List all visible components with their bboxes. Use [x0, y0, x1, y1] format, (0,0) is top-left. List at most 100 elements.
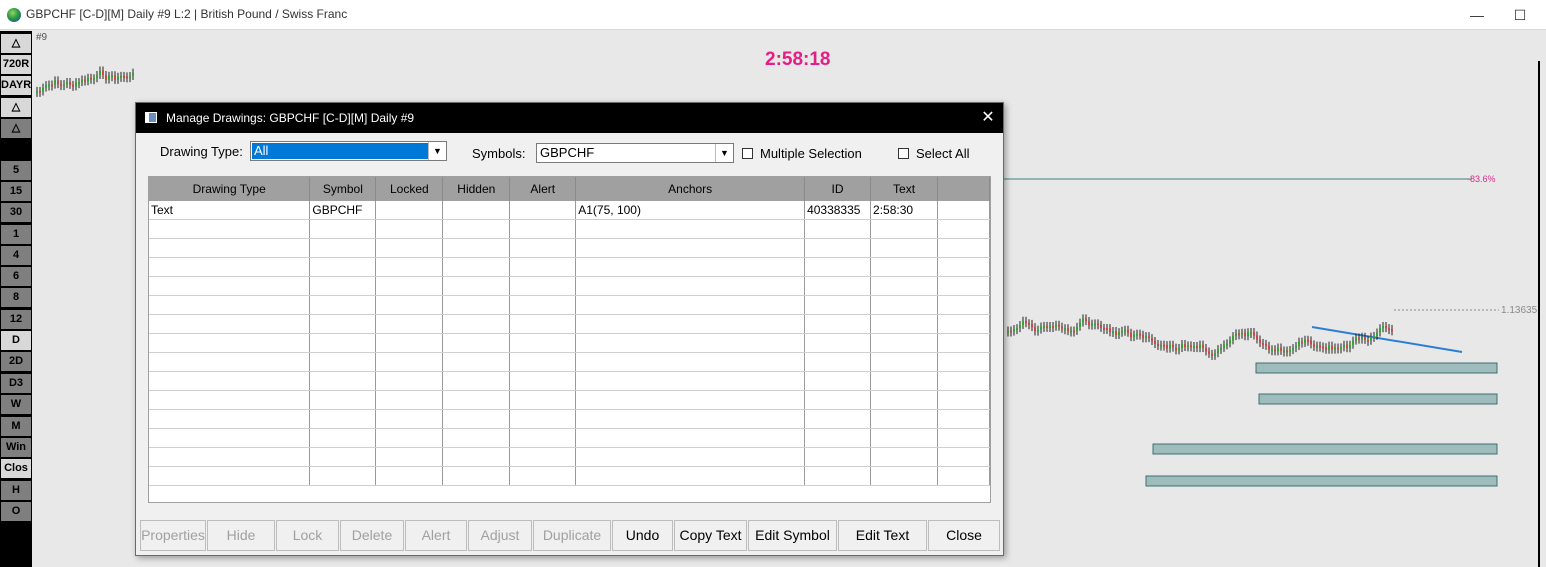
table-cell[interactable] — [149, 352, 311, 372]
table-cell[interactable] — [149, 219, 311, 239]
support-zone[interactable] — [1255, 362, 1498, 374]
drawings-table[interactable]: Drawing Type Symbol Locked Hidden Alert Ancho… — [148, 176, 991, 503]
table-cell[interactable]: A1(75, 100) — [575, 201, 806, 220]
timeframe-button-d[interactable]: D — [1, 331, 31, 350]
column-header[interactable]: Text — [870, 177, 939, 201]
checkbox-box[interactable] — [742, 148, 753, 159]
table-cell[interactable] — [149, 295, 311, 315]
copy-text-button[interactable]: Copy Text — [674, 520, 747, 551]
table-cell[interactable] — [937, 238, 990, 258]
table-cell[interactable] — [149, 409, 311, 429]
table-cell[interactable] — [509, 257, 577, 277]
table-cell[interactable] — [870, 314, 939, 334]
table-cell[interactable] — [375, 276, 444, 296]
timeframe-button-15[interactable]: 15 — [1, 182, 31, 201]
timeframe-button-m[interactable]: M — [1, 417, 31, 436]
table-cell[interactable] — [575, 238, 806, 258]
timeframe-button-arrow[interactable]: △ — [1, 98, 31, 117]
column-header[interactable]: Drawing Type — [149, 177, 311, 201]
table-cell[interactable] — [575, 447, 806, 467]
table-cell[interactable] — [937, 276, 990, 296]
table-cell[interactable] — [309, 390, 377, 410]
table-cell[interactable]: GBPCHF — [309, 201, 377, 220]
timeframe-button-12[interactable]: 12 — [1, 310, 31, 329]
table-cell[interactable] — [937, 295, 990, 315]
table-cell[interactable] — [509, 238, 577, 258]
checkbox-box[interactable] — [898, 148, 909, 159]
table-row[interactable] — [149, 447, 990, 467]
table-cell[interactable] — [575, 466, 806, 486]
table-cell[interactable] — [509, 295, 577, 315]
table-cell[interactable] — [937, 390, 990, 410]
table-cell[interactable] — [149, 333, 311, 353]
table-cell[interactable] — [509, 447, 577, 467]
column-header[interactable]: ID — [804, 177, 872, 201]
table-row[interactable]: Text GBPCHF A1(75, 100) 40338335 2:58:30 — [149, 201, 990, 220]
table-cell[interactable] — [442, 314, 511, 334]
timeframe-button-720r[interactable]: 720R — [1, 55, 31, 74]
table-cell[interactable] — [509, 314, 577, 334]
table-cell[interactable] — [804, 295, 872, 315]
table-cell[interactable] — [870, 371, 939, 391]
table-cell[interactable] — [309, 352, 377, 372]
table-cell[interactable] — [149, 390, 311, 410]
duplicate-button[interactable]: Duplicate — [533, 520, 611, 551]
timeframe-button-1[interactable]: 1 — [1, 225, 31, 244]
table-cell[interactable] — [937, 352, 990, 372]
table-cell[interactable] — [804, 447, 872, 467]
table-cell[interactable] — [509, 371, 577, 391]
table-cell[interactable] — [375, 352, 444, 372]
table-cell[interactable] — [804, 276, 872, 296]
table-cell[interactable] — [870, 352, 939, 372]
table-cell[interactable] — [442, 219, 511, 239]
dialog-close-icon[interactable]: ✕ — [976, 107, 1000, 129]
table-cell[interactable] — [442, 238, 511, 258]
table-cell[interactable] — [509, 276, 577, 296]
table-row[interactable] — [149, 295, 990, 315]
lock-button[interactable]: Lock — [276, 520, 339, 551]
select-all-checkbox[interactable]: Select All — [898, 146, 978, 162]
table-row[interactable] — [149, 428, 990, 448]
support-zone[interactable] — [1145, 475, 1498, 487]
table-row[interactable] — [149, 352, 990, 372]
table-cell[interactable] — [309, 333, 377, 353]
table-cell[interactable] — [442, 201, 511, 220]
table-cell[interactable] — [870, 447, 939, 467]
table-cell[interactable] — [375, 428, 444, 448]
table-cell[interactable] — [937, 466, 990, 486]
edit-text-button[interactable]: Edit Text — [838, 520, 927, 551]
adjust-button[interactable]: Adjust — [468, 520, 532, 551]
timeframe-button-8[interactable]: 8 — [1, 288, 31, 307]
table-cell[interactable] — [442, 428, 511, 448]
table-cell[interactable] — [509, 428, 577, 448]
table-row[interactable] — [149, 314, 990, 334]
table-cell[interactable] — [149, 314, 311, 334]
timeframe-button-30[interactable]: 30 — [1, 203, 31, 222]
timeframe-button-4[interactable]: 4 — [1, 246, 31, 265]
table-row[interactable] — [149, 238, 990, 258]
table-cell[interactable] — [309, 219, 377, 239]
timeframe-button-win[interactable]: Win — [1, 438, 31, 457]
column-header[interactable]: Symbol — [309, 177, 377, 201]
table-cell[interactable] — [149, 238, 311, 258]
table-cell[interactable] — [937, 428, 990, 448]
symbols-select[interactable]: GBPCHF ▼ — [536, 143, 734, 163]
timeframe-button-5[interactable]: 5 — [1, 161, 31, 180]
table-cell[interactable] — [804, 333, 872, 353]
column-header[interactable]: Locked — [375, 177, 444, 201]
table-cell[interactable] — [149, 257, 311, 277]
table-cell[interactable] — [375, 238, 444, 258]
table-row[interactable] — [149, 409, 990, 429]
drawing-type-select[interactable]: All ▼ — [250, 141, 447, 161]
table-cell[interactable] — [575, 314, 806, 334]
alert-button[interactable]: Alert — [405, 520, 467, 551]
table-row[interactable] — [149, 276, 990, 296]
table-cell[interactable] — [375, 257, 444, 277]
table-cell[interactable] — [509, 352, 577, 372]
table-cell[interactable] — [375, 219, 444, 239]
table-cell[interactable] — [509, 466, 577, 486]
table-cell[interactable] — [575, 428, 806, 448]
table-cell[interactable] — [937, 333, 990, 353]
table-cell[interactable] — [149, 447, 311, 467]
table-cell[interactable] — [804, 352, 872, 372]
